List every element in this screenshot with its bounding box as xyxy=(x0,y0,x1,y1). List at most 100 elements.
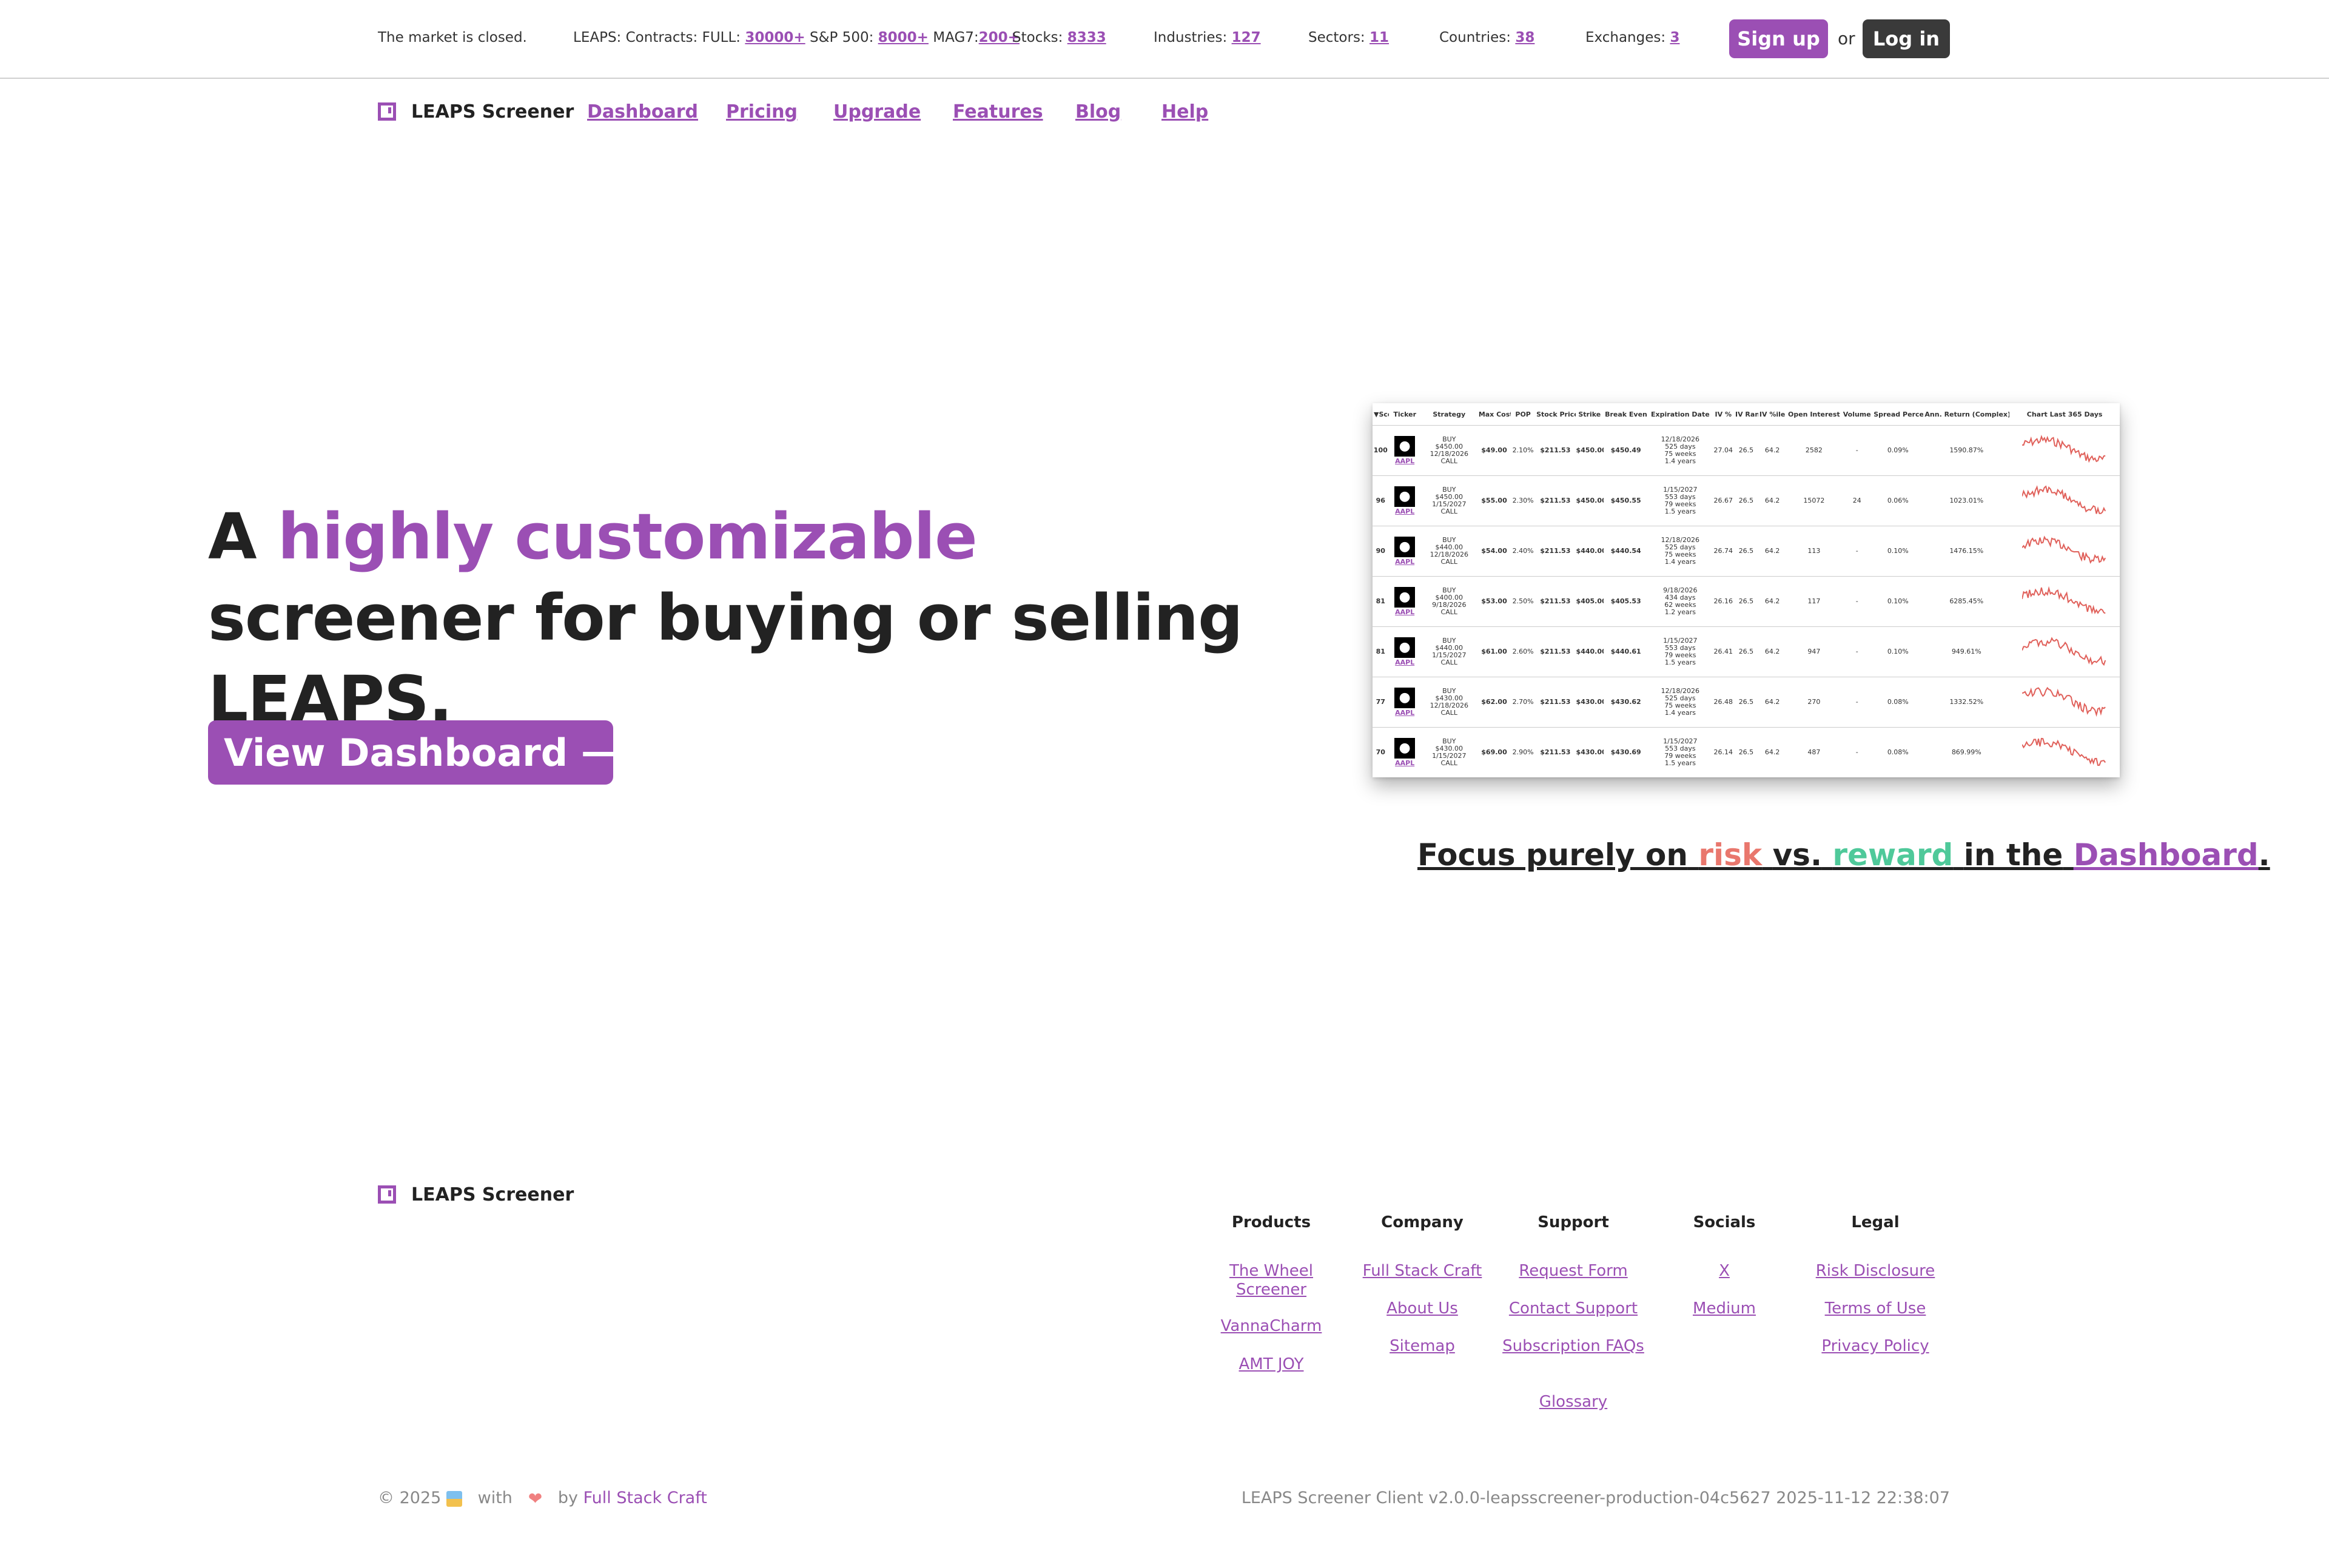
stock-price-cell: $211.53 xyxy=(1535,677,1576,728)
footer-link-x[interactable]: X xyxy=(1648,1262,1800,1281)
expiration-line: 1.5 years xyxy=(1664,658,1696,666)
exchanges-link[interactable]: 3 xyxy=(1670,30,1679,45)
strategy-line: CALL xyxy=(1440,759,1458,767)
nav-blog[interactable]: Blog xyxy=(1075,101,1121,122)
iv-rank-cell: 26.5 xyxy=(1734,425,1758,476)
ticker-link[interactable]: AAPL xyxy=(1395,558,1414,566)
open-interest-cell: 947 xyxy=(1786,626,1842,677)
score-cell: 81 xyxy=(1373,576,1389,627)
ticker-link[interactable]: AAPL xyxy=(1395,659,1414,666)
expiration-line: 1.5 years xyxy=(1664,508,1696,515)
footer-link-terms-of-use[interactable]: Terms of Use xyxy=(1800,1299,1951,1318)
footer-link-privacy-policy[interactable]: Privacy Policy xyxy=(1800,1337,1951,1356)
footer-link-glossary[interactable]: Glossary xyxy=(1497,1393,1649,1412)
footer-link-wheel-screener[interactable]: The Wheel Screener xyxy=(1195,1262,1347,1299)
strategy-line: $400.00 9/18/2026 xyxy=(1432,594,1467,609)
ticker-cell: ● AAPL xyxy=(1388,727,1421,777)
spread-cell: 0.10% xyxy=(1872,576,1924,627)
table-row[interactable]: 81 ● AAPL BUY $440.00 1/15/2027 CALL $61.00 2.6… xyxy=(1373,626,2120,677)
footer-heading-company: Company xyxy=(1381,1213,1464,1231)
footer-link-subscription-faqs[interactable]: Subscription FAQs xyxy=(1497,1337,1649,1356)
preview-header-cell: Chart Last 365 Days xyxy=(2009,403,2120,426)
sign-up-button[interactable]: Sign up xyxy=(1729,19,1828,58)
log-in-button[interactable]: Log in xyxy=(1863,19,1950,58)
stock-price-cell: $211.53 xyxy=(1535,475,1576,526)
pop-cell: 2.70% xyxy=(1511,677,1536,728)
dashboard-preview-table[interactable]: ▼ScoreTickerStrategyMax CostPOPStock Pri… xyxy=(1373,403,2120,777)
expiration-cell: 12/18/2026 525 days 75 weeks 1.4 years xyxy=(1648,677,1713,728)
sparkline-cell xyxy=(2009,576,2120,627)
strategy-line: CALL xyxy=(1440,508,1458,515)
ann-return-cell: 1023.01% xyxy=(1923,475,2010,526)
preview-header-cell: Strike xyxy=(1575,403,1604,426)
strategy-line: CALL xyxy=(1440,658,1458,666)
footer-link-amt-joy[interactable]: AMT JOY xyxy=(1195,1355,1347,1374)
footer-link-contact-support[interactable]: Contact Support xyxy=(1497,1299,1649,1318)
sparkline-chart xyxy=(2021,484,2106,514)
expiration-cell: 12/18/2026 525 days 75 weeks 1.4 years xyxy=(1648,526,1713,577)
nav-features[interactable]: Features xyxy=(953,101,1043,122)
ticker-link[interactable]: AAPL xyxy=(1395,458,1414,465)
footer-logo-text: LEAPS Screener xyxy=(411,1184,574,1205)
sectors-link[interactable]: 11 xyxy=(1370,30,1389,45)
ticker-cell: ● AAPL xyxy=(1388,677,1421,728)
stocks-link[interactable]: 8333 xyxy=(1067,30,1106,45)
expiration-line: 1.4 years xyxy=(1664,558,1696,566)
strike-cell: $450.00 xyxy=(1575,425,1604,476)
table-row[interactable]: 81 ● AAPL BUY $400.00 9/18/2026 CALL $53.00 2.5… xyxy=(1373,576,2120,627)
preview-header-cell[interactable]: ▼Score xyxy=(1373,403,1389,426)
footer-link-sitemap[interactable]: Sitemap xyxy=(1346,1337,1498,1356)
table-row[interactable]: 100 ● AAPL BUY $450.00 12/18/2026 CALL $49.00 2… xyxy=(1373,425,2120,476)
sp500-contracts-link[interactable]: 8000+ xyxy=(878,30,929,45)
footer-link-about-us[interactable]: About Us xyxy=(1346,1299,1498,1318)
view-dashboard-button[interactable]: View Dashboard ⟶ xyxy=(208,720,635,785)
volume-cell: - xyxy=(1841,425,1873,476)
strategy-cell: BUY $450.00 12/18/2026 CALL xyxy=(1420,425,1477,476)
industries-stat: Industries: 127 xyxy=(1154,30,1261,45)
footer-logo-icon xyxy=(378,1185,396,1204)
nav-dashboard[interactable]: Dashboard xyxy=(587,101,698,122)
leaps-contracts-stat: LEAPS: Contracts: FULL: 30000+ S&P 500: … xyxy=(573,30,1020,45)
table-row[interactable]: 96 ● AAPL BUY $450.00 1/15/2027 CALL $55.00 2.3… xyxy=(1373,475,2120,526)
copyright-company-link[interactable]: Full Stack Craft xyxy=(583,1489,707,1507)
iv-rank-cell: 26.5 xyxy=(1734,576,1758,627)
table-row[interactable]: 77 ● AAPL BUY $430.00 12/18/2026 CALL $62.00 2.… xyxy=(1373,677,2120,728)
footer-heading-support: Support xyxy=(1538,1213,1609,1231)
industries-link[interactable]: 127 xyxy=(1232,30,1261,45)
strike-cell: $440.00 xyxy=(1575,526,1604,577)
iv-cell: 26.16 xyxy=(1712,576,1734,627)
sparkline-chart xyxy=(2021,636,2106,666)
score-cell: 70 xyxy=(1373,727,1389,777)
dashboard-caption[interactable]: Focus purely on risk vs. reward in the D… xyxy=(1417,837,2270,873)
break-even-cell: $450.49 xyxy=(1604,425,1648,476)
expiration-line: 1.4 years xyxy=(1664,457,1696,465)
nav-upgrade[interactable]: Upgrade xyxy=(833,101,921,122)
nav-pricing[interactable]: Pricing xyxy=(726,101,798,122)
ann-return-cell: 1332.52% xyxy=(1923,677,2010,728)
nav-help[interactable]: Help xyxy=(1161,101,1208,122)
nav-logo[interactable]: LEAPS Screener xyxy=(378,101,574,126)
caption-dashboard-link[interactable]: Dashboard xyxy=(2074,837,2259,873)
footer-link-vannacharm[interactable]: VannaCharm xyxy=(1195,1317,1347,1336)
preview-header-cell: POP xyxy=(1511,403,1536,426)
footer-logo[interactable]: LEAPS Screener xyxy=(378,1184,574,1208)
full-contracts-link[interactable]: 30000+ xyxy=(745,30,805,45)
ticker-link[interactable]: AAPL xyxy=(1395,609,1414,616)
ticker-link[interactable]: AAPL xyxy=(1395,709,1414,717)
score-cell: 81 xyxy=(1373,626,1389,677)
ticker-link[interactable]: AAPL xyxy=(1395,508,1414,515)
ticker-link[interactable]: AAPL xyxy=(1395,760,1414,767)
footer-link-full-stack-craft[interactable]: Full Stack Craft xyxy=(1346,1262,1498,1281)
footer-link-risk-disclosure[interactable]: Risk Disclosure xyxy=(1800,1262,1951,1281)
iv-percentile-cell: 64.2 xyxy=(1758,526,1787,577)
countries-link[interactable]: 38 xyxy=(1515,30,1534,45)
apple-logo-icon: ● xyxy=(1394,688,1416,708)
break-even-cell: $430.62 xyxy=(1604,677,1648,728)
table-row[interactable]: 90 ● AAPL BUY $440.00 12/18/2026 CALL $54.00 2.… xyxy=(1373,526,2120,577)
open-interest-cell: 270 xyxy=(1786,677,1842,728)
sparkline-cell xyxy=(2009,727,2120,777)
table-row[interactable]: 70 ● AAPL BUY $430.00 1/15/2027 CALL $69.00 2.9… xyxy=(1373,727,2120,777)
footer-link-medium[interactable]: Medium xyxy=(1648,1299,1800,1318)
footer-link-request-form[interactable]: Request Form xyxy=(1497,1262,1649,1281)
preview-header-cell: Open Interest xyxy=(1786,403,1842,426)
